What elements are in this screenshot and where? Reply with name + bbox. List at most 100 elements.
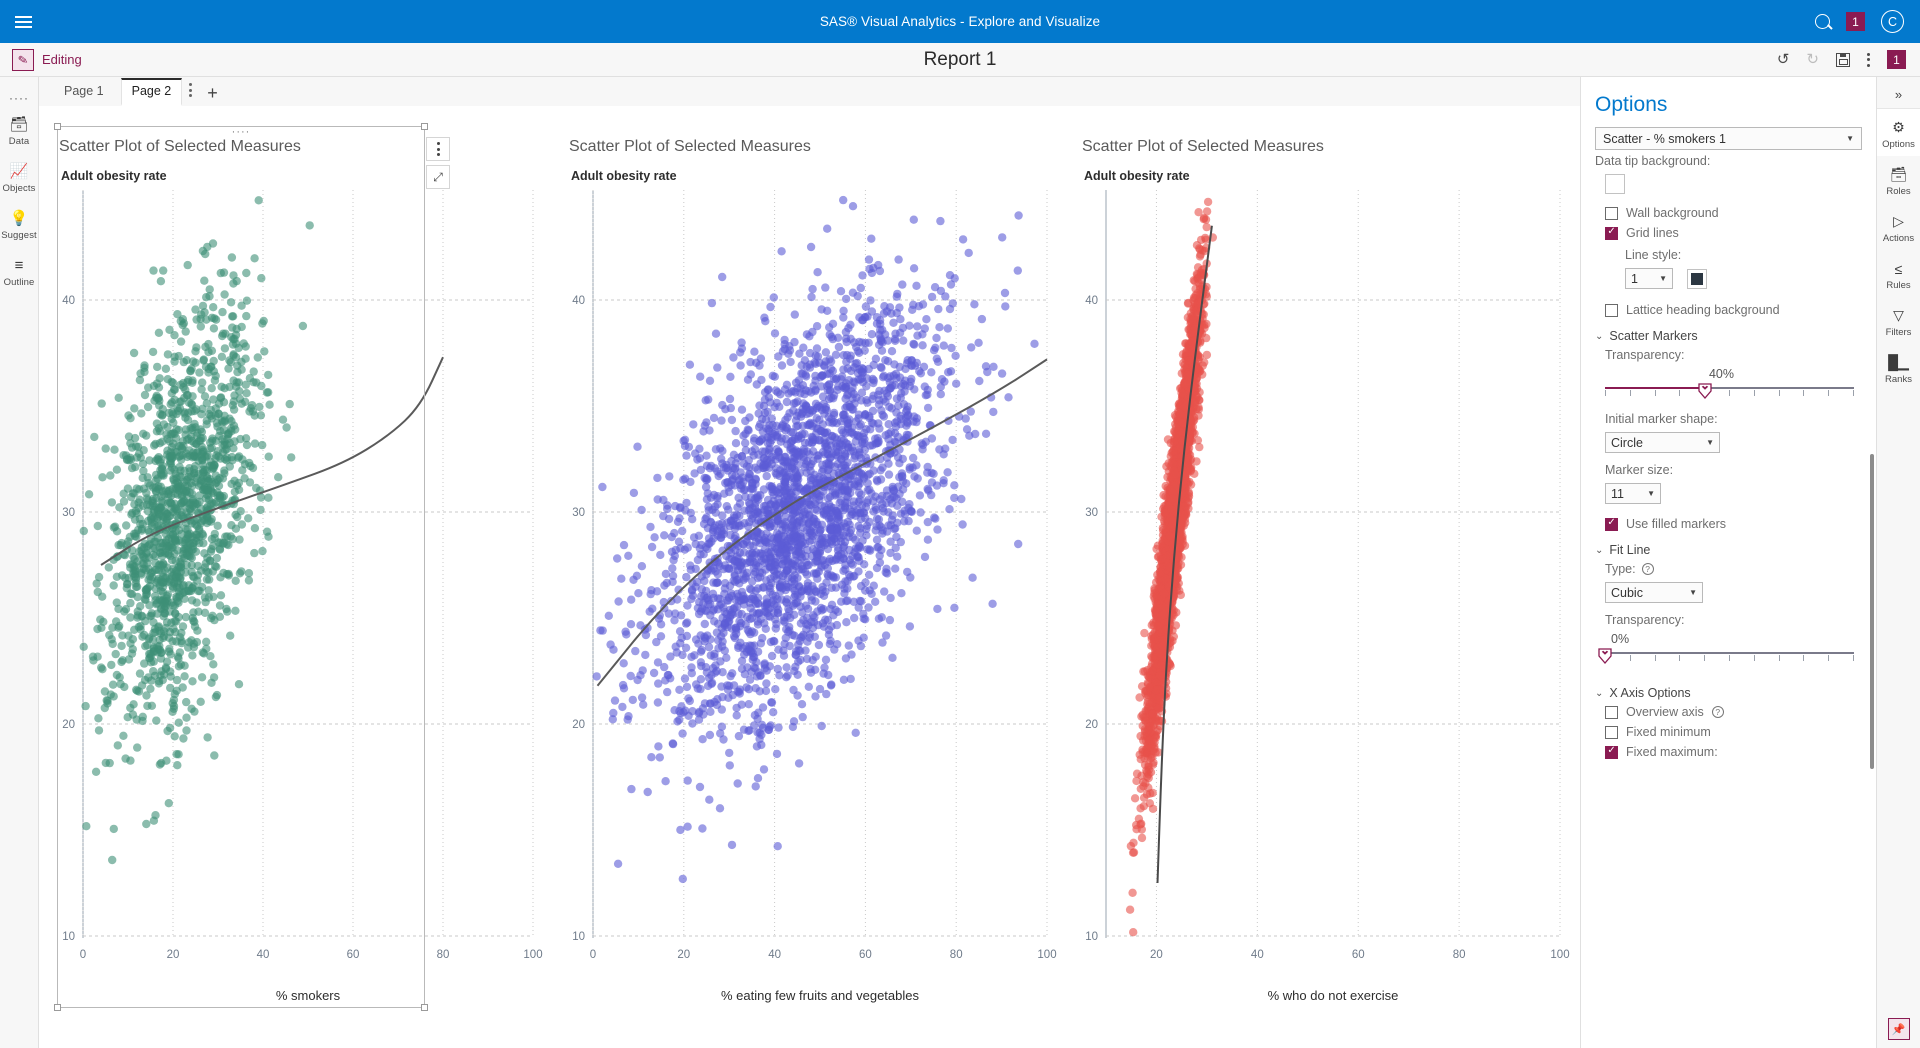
sidebar-item-data[interactable]: 🗃 Data — [0, 107, 39, 154]
sidebar-item-suggest[interactable]: 💡 Suggest — [0, 201, 39, 248]
use-filled-markers-checkbox[interactable] — [1605, 517, 1618, 531]
rail-item-filters[interactable]: ▽ Filters — [1877, 297, 1920, 344]
y-tick-label: 30 — [572, 507, 585, 519]
actions-icon: ▷ — [1893, 213, 1904, 229]
canvas-column: Page 1 Page 2 + Scatter Plot of Selected… — [39, 77, 1580, 1048]
data-tip-background-swatch[interactable] — [1605, 174, 1625, 194]
undo-icon[interactable]: ↺ — [1777, 52, 1790, 67]
product-title: SAS® Visual Analytics - Explore and Visu… — [819, 14, 1101, 29]
rail-item-label: Actions — [1882, 233, 1915, 244]
scatter-plot[interactable]: 10 20 30 40 0 20 40 60 80 100 — [553, 106, 1067, 1048]
scatter-points — [79, 196, 314, 865]
fit-line-type-select[interactable]: Cubic ▼ — [1605, 582, 1703, 603]
fit-line-transparency-value: 0% — [1611, 632, 1630, 646]
sidebar-item-label: Objects — [2, 183, 36, 194]
x-tick-label: 0 — [590, 949, 596, 961]
rail-item-roles[interactable]: 🗃 Roles — [1877, 156, 1920, 203]
marker-size-select[interactable]: 11 ▼ — [1605, 483, 1661, 504]
overview-axis-checkbox[interactable] — [1605, 705, 1618, 719]
y-tick-label: 40 — [1085, 295, 1098, 307]
fixed-minimum-checkbox[interactable] — [1605, 725, 1618, 739]
more-menu-icon[interactable] — [1867, 52, 1870, 67]
section-scatter-markers[interactable]: ⌄ Scatter Markers — [1581, 320, 1876, 345]
options-scrollbar[interactable] — [1870, 454, 1874, 769]
object-select[interactable]: Scatter - % smokers 1 ▼ — [1595, 127, 1862, 150]
marker-size-label: Marker size: — [1605, 463, 1674, 477]
rail-item-label: Roles — [1886, 186, 1911, 197]
notification-badge[interactable]: 1 — [1846, 12, 1865, 31]
tab-page-1[interactable]: Page 1 — [47, 79, 121, 106]
chart-panel[interactable]: Scatter Plot of Selected Measures Adult o… — [553, 106, 1067, 1048]
help-icon[interactable]: ? — [1641, 563, 1654, 575]
y-tick-label: 10 — [1085, 931, 1098, 943]
slider-track[interactable] — [1598, 648, 1854, 664]
save-icon[interactable] — [1836, 52, 1850, 67]
sidebar-item-outline[interactable]: ≡ Outline — [0, 248, 39, 295]
add-page-button[interactable]: + — [199, 84, 226, 106]
slider-track[interactable] — [1605, 383, 1854, 399]
search-icon[interactable] — [1815, 14, 1830, 29]
tab-menu-icon[interactable] — [182, 83, 199, 106]
line-color-swatch[interactable] — [1687, 268, 1707, 289]
chart-panel[interactable]: Scatter Plot of Selected Measures Adult o… — [1066, 106, 1580, 1048]
marker-transparency-slider[interactable]: 40% — [1581, 365, 1876, 405]
rules-icon: ≤ — [1894, 260, 1903, 277]
line-style-value: 1 — [1631, 271, 1638, 286]
left-rail-handle[interactable]: ···· — [9, 91, 29, 105]
grid-lines-checkbox[interactable] — [1605, 226, 1618, 240]
rail-item-rules[interactable]: ≤ Rules — [1877, 250, 1920, 297]
x-axis-title: % who do not exercise — [1267, 988, 1399, 1003]
report-badge[interactable]: 1 — [1887, 50, 1906, 69]
scatter-plot[interactable]: 10 20 30 40 20 40 60 80 100 — [1066, 106, 1580, 1048]
pencil-icon[interactable]: ✎ — [12, 48, 34, 71]
fixed-maximum-checkbox[interactable] — [1605, 745, 1618, 759]
overview-axis-label: Overview axis — [1626, 705, 1704, 719]
app-header: SAS® Visual Analytics - Explore and Visu… — [0, 0, 1920, 43]
fit-line-type-value: Cubic — [1611, 585, 1643, 600]
slider-thumb[interactable] — [1598, 648, 1612, 664]
y-tick-label: 30 — [1085, 507, 1098, 519]
scatter-plot[interactable]: 10 20 30 40 0 20 40 60 80 100 — [39, 106, 553, 1048]
main-area: ···· 🗃 Data 📈 Objects 💡 Suggest ≡ Outlin… — [0, 77, 1920, 1048]
sidebar-item-objects[interactable]: 📈 Objects — [0, 154, 39, 201]
maximize-icon[interactable]: ⤢ — [426, 165, 450, 189]
rail-item-actions[interactable]: ▷ Actions — [1877, 203, 1920, 250]
outline-list-icon: ≡ — [14, 257, 24, 274]
chart-panel[interactable]: Scatter Plot of Selected Measures Adult o… — [39, 106, 553, 1048]
redo-icon[interactable]: ↻ — [1806, 52, 1819, 67]
fixed-maximum-label: Fixed maximum: — [1626, 745, 1718, 759]
ranks-icon: █▁ — [1888, 354, 1909, 370]
section-fit-line[interactable]: ⌄ Fit Line — [1581, 534, 1876, 559]
avatar[interactable]: C — [1881, 10, 1904, 33]
object-menu-icon[interactable] — [426, 137, 450, 161]
x-tick-label: 20 — [167, 949, 180, 961]
lattice-heading-background-label: Lattice heading background — [1626, 303, 1780, 317]
right-sidebar: » ⚙ Options 🗃 Roles ▷ Actions ≤ Rules ▽ … — [1876, 77, 1920, 1048]
marker-transparency-label: Transparency: — [1605, 348, 1685, 362]
lattice-heading-background-checkbox[interactable] — [1605, 303, 1618, 317]
section-x-axis-options[interactable]: ⌄ X Axis Options — [1581, 670, 1876, 702]
expand-collapse-icon[interactable]: » — [1876, 81, 1920, 109]
line-style-select[interactable]: 1 ▼ — [1625, 268, 1673, 289]
chevron-down-icon: ⌄ — [1595, 330, 1604, 342]
rail-item-label: Options — [1882, 139, 1915, 150]
chevron-down-icon: ▼ — [1689, 588, 1697, 597]
help-icon[interactable]: ? — [1711, 706, 1724, 718]
menu-icon[interactable] — [0, 15, 46, 28]
fit-line-transparency-slider[interactable]: 0% — [1581, 630, 1876, 670]
database-icon: 🗃 — [9, 116, 29, 133]
slider-thumb[interactable] — [1697, 383, 1712, 399]
rail-item-ranks[interactable]: █▁ Ranks — [1877, 344, 1920, 391]
line-style-label: Line style: — [1625, 248, 1682, 262]
slider-ticks — [1605, 390, 1854, 396]
rail-item-options[interactable]: ⚙ Options — [1876, 109, 1920, 156]
tab-page-2[interactable]: Page 2 — [120, 78, 183, 106]
pin-icon[interactable]: 📌 — [1887, 1018, 1910, 1040]
wall-background-checkbox[interactable] — [1605, 206, 1618, 220]
x-tick-label: 60 — [347, 949, 360, 961]
edit-mode-toggle[interactable]: ✎ Editing — [12, 48, 82, 71]
initial-marker-shape-select[interactable]: Circle ▼ — [1605, 432, 1720, 453]
use-filled-markers-label: Use filled markers — [1626, 517, 1727, 531]
lightbulb-icon: 💡 — [9, 210, 29, 227]
options-heading: Options — [1595, 93, 1668, 116]
